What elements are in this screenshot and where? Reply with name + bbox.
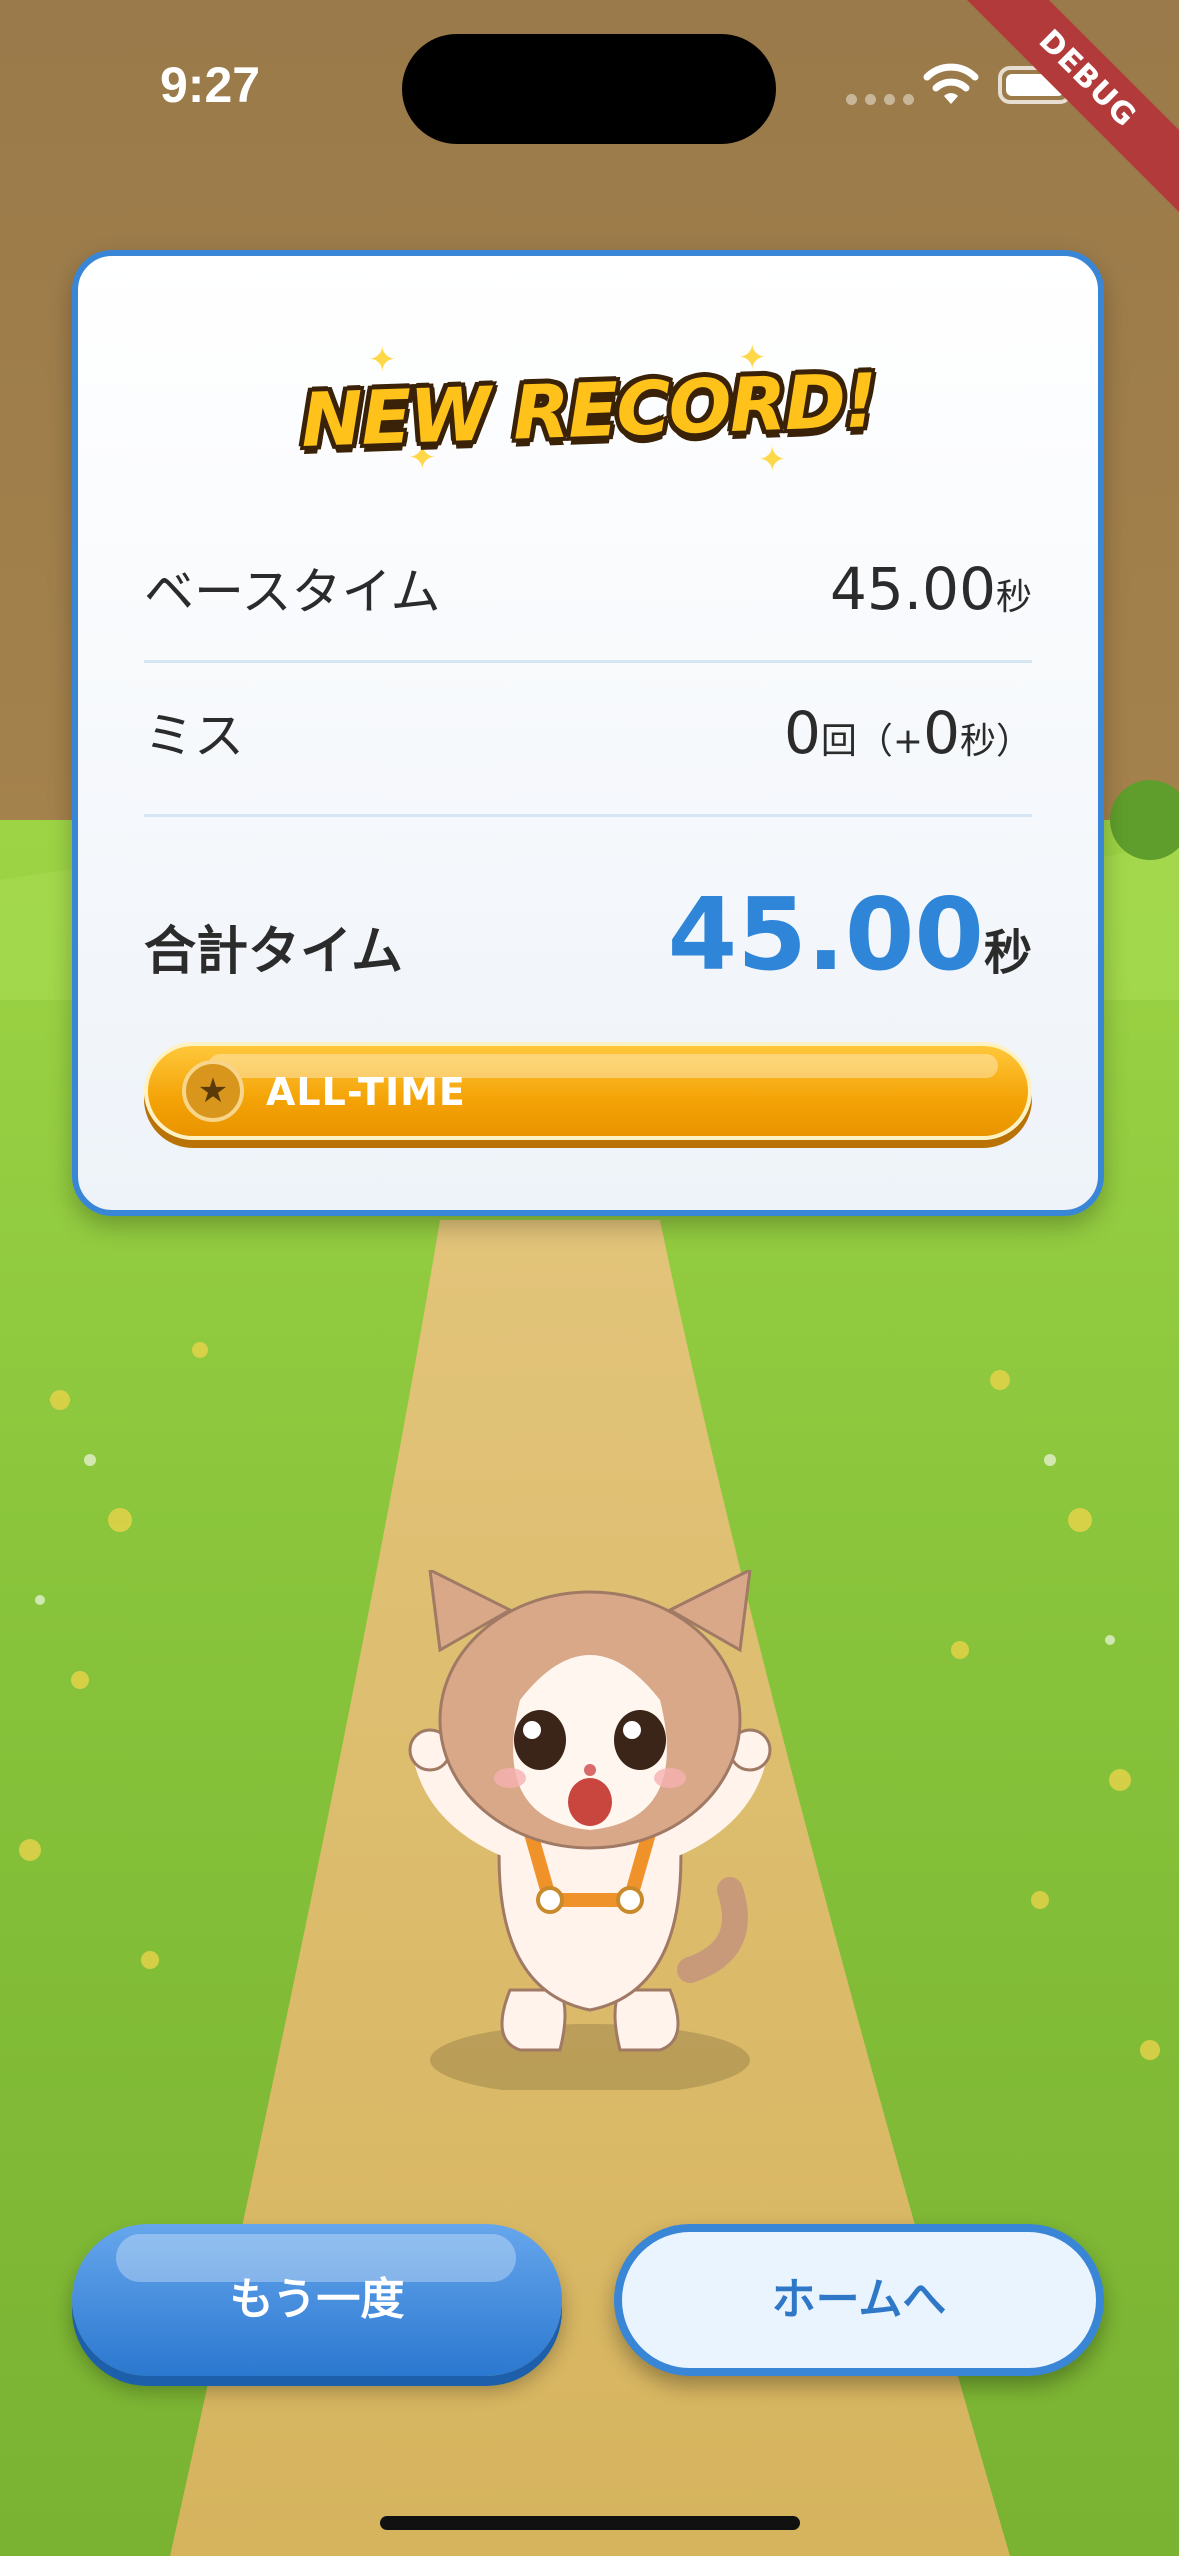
- cat-mascot: [408, 1570, 772, 2090]
- status-time: 9:27: [160, 57, 261, 113]
- miss-label: ミス: [144, 707, 244, 765]
- star-icon: ★: [182, 1060, 244, 1122]
- wifi-icon: [923, 63, 979, 104]
- base-time-label: ベースタイム: [144, 563, 441, 621]
- cellular-signal-icon: [846, 94, 914, 105]
- miss-row: ミス 0回（+0秒）: [144, 696, 1032, 768]
- new-record-badge: ✦ ✦ ✦ ✦ NEW RECORD!: [78, 338, 1098, 480]
- base-time-value: 45.00秒: [829, 555, 1032, 623]
- total-time-row: 合計タイム 45.00秒: [144, 876, 1032, 993]
- base-time-row: ベースタイム 45.00秒: [144, 552, 1032, 624]
- total-time-label: 合計タイム: [144, 922, 403, 982]
- miss-value: 0回（+0秒）: [783, 699, 1032, 767]
- result-card: ✦ ✦ ✦ ✦ NEW RECORD! ベースタイム 45.00秒 ミス 0回（…: [72, 250, 1104, 1216]
- all-time-rank-banner: ★ ALL-TIME: [144, 1042, 1032, 1140]
- divider: [144, 814, 1032, 817]
- home-button[interactable]: ホームへ: [614, 2224, 1104, 2376]
- retry-button[interactable]: もう一度: [72, 2224, 562, 2376]
- divider: [144, 660, 1032, 663]
- all-time-label: ALL-TIME: [266, 1070, 466, 1114]
- total-time-value: 45.00秒: [667, 876, 1032, 993]
- home-indicator[interactable]: [380, 2516, 800, 2530]
- dynamic-island: [402, 34, 776, 144]
